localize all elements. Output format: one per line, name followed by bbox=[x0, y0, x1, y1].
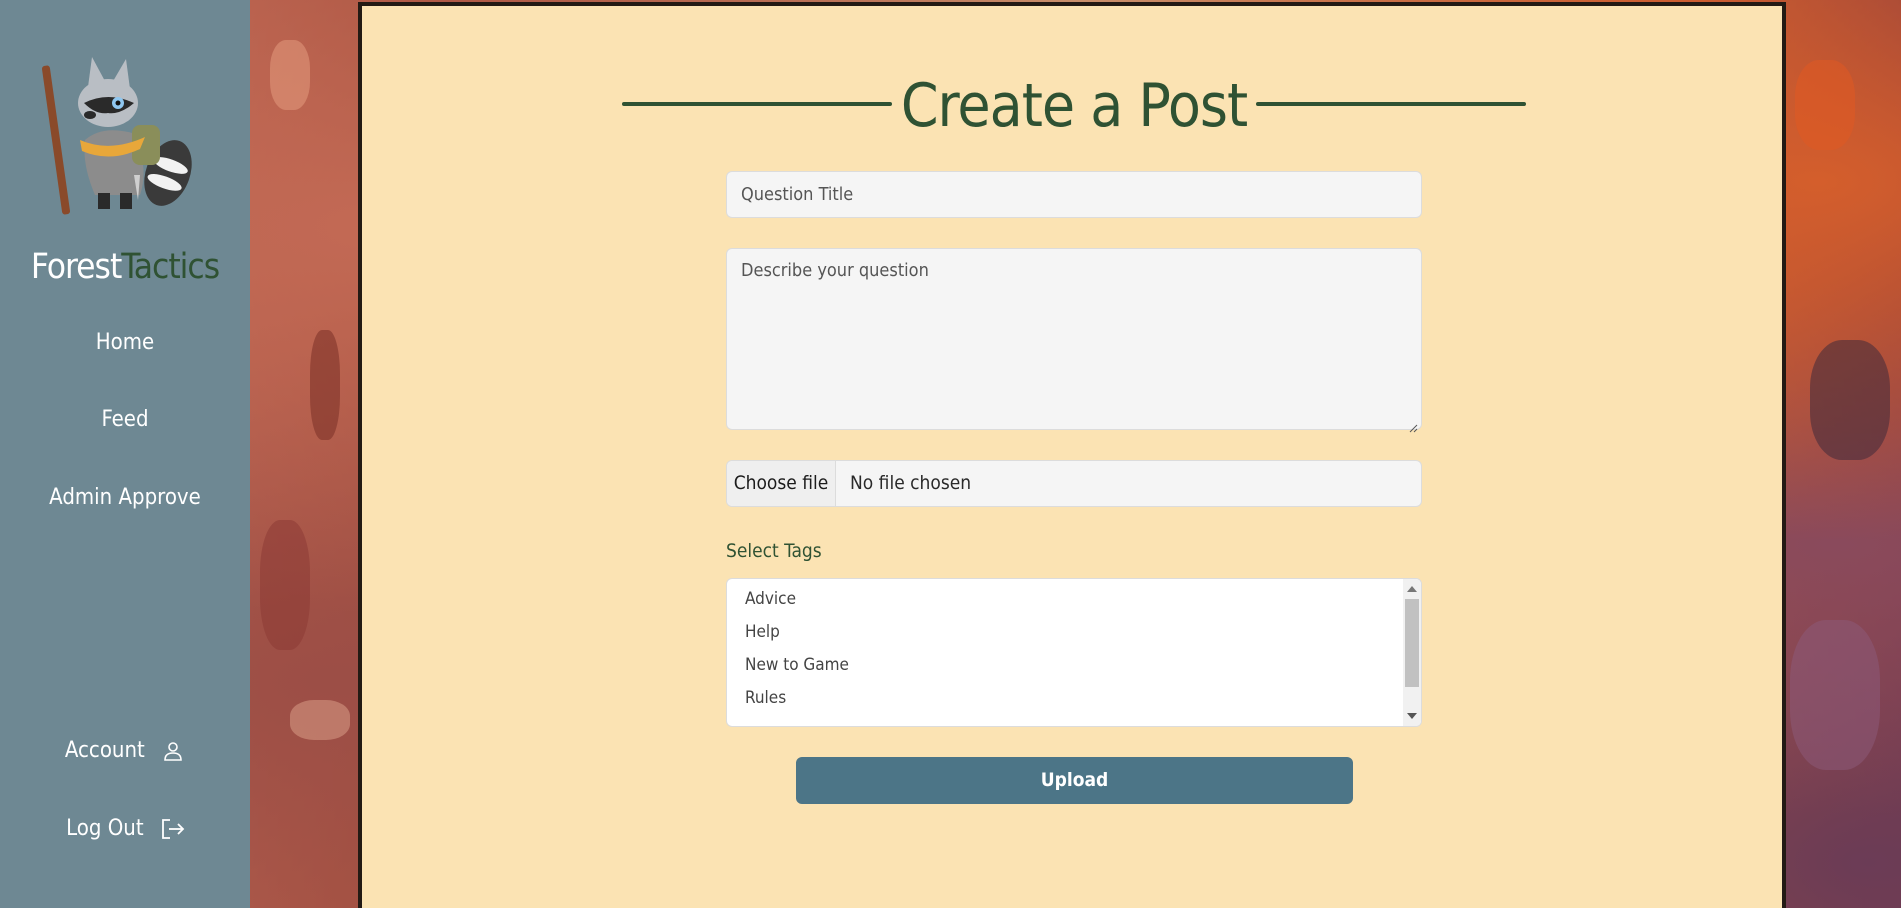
bg-stroke bbox=[1810, 340, 1890, 460]
scroll-up-arrow-icon[interactable] bbox=[1407, 586, 1417, 592]
tag-option[interactable]: Help bbox=[745, 622, 780, 642]
bg-stroke bbox=[1790, 620, 1880, 770]
brand-part-tactics: Tactics bbox=[121, 247, 220, 287]
raccoon-mascot-logo[interactable] bbox=[40, 45, 210, 215]
logout-icon bbox=[160, 817, 185, 841]
bg-stroke bbox=[1795, 60, 1855, 150]
page-title: Create a Post bbox=[900, 71, 1248, 141]
page-title-row: Create a Post bbox=[622, 68, 1526, 144]
upload-button[interactable]: Upload bbox=[796, 757, 1353, 804]
brand-part-forest: Forest bbox=[30, 247, 122, 287]
nav-logout[interactable]: Log Out bbox=[0, 816, 250, 841]
tags-multiselect[interactable]: Advice Help New to Game Rules bbox=[726, 578, 1422, 727]
nav-account[interactable]: Account bbox=[0, 738, 250, 763]
choose-file-button[interactable]: Choose file bbox=[727, 461, 836, 506]
nav-feed-label: Feed bbox=[101, 407, 149, 432]
nav-home[interactable]: Home bbox=[0, 330, 250, 355]
question-title-input[interactable]: Question Title bbox=[726, 171, 1422, 218]
scroll-down-arrow-icon[interactable] bbox=[1407, 713, 1417, 719]
tag-option[interactable]: Advice bbox=[745, 589, 796, 609]
select-tags-label: Select Tags bbox=[726, 540, 822, 562]
nav-admin-approve[interactable]: Admin Approve bbox=[0, 485, 250, 510]
brand-name[interactable]: ForestTactics bbox=[0, 250, 250, 285]
bg-stroke bbox=[260, 520, 310, 650]
nav-logout-label: Log Out bbox=[66, 816, 144, 841]
nav-home-label: Home bbox=[95, 330, 155, 355]
tags-scrollbar[interactable] bbox=[1403, 579, 1421, 726]
user-icon bbox=[161, 739, 185, 763]
file-status-text: No file chosen bbox=[850, 472, 972, 494]
tag-option[interactable]: New to Game bbox=[745, 655, 849, 675]
question-description-textarea[interactable]: Describe your question bbox=[726, 248, 1422, 433]
nav-account-label: Account bbox=[64, 738, 145, 763]
resize-handle-icon[interactable] bbox=[1408, 416, 1418, 433]
bg-stroke bbox=[310, 330, 340, 440]
nav-feed[interactable]: Feed bbox=[0, 407, 250, 432]
tag-option[interactable]: Rules bbox=[745, 688, 786, 708]
file-upload-input[interactable]: Choose file No file chosen bbox=[726, 460, 1422, 507]
scrollbar-thumb[interactable] bbox=[1405, 599, 1419, 687]
sidebar: ForestTactics Home Feed Admin Approve Ac… bbox=[0, 0, 250, 908]
question-title-placeholder: Question Title bbox=[741, 184, 854, 205]
nav-admin-approve-label: Admin Approve bbox=[49, 485, 201, 510]
question-description-placeholder: Describe your question bbox=[741, 260, 929, 281]
bg-stroke bbox=[290, 700, 350, 740]
bg-stroke bbox=[270, 40, 310, 110]
